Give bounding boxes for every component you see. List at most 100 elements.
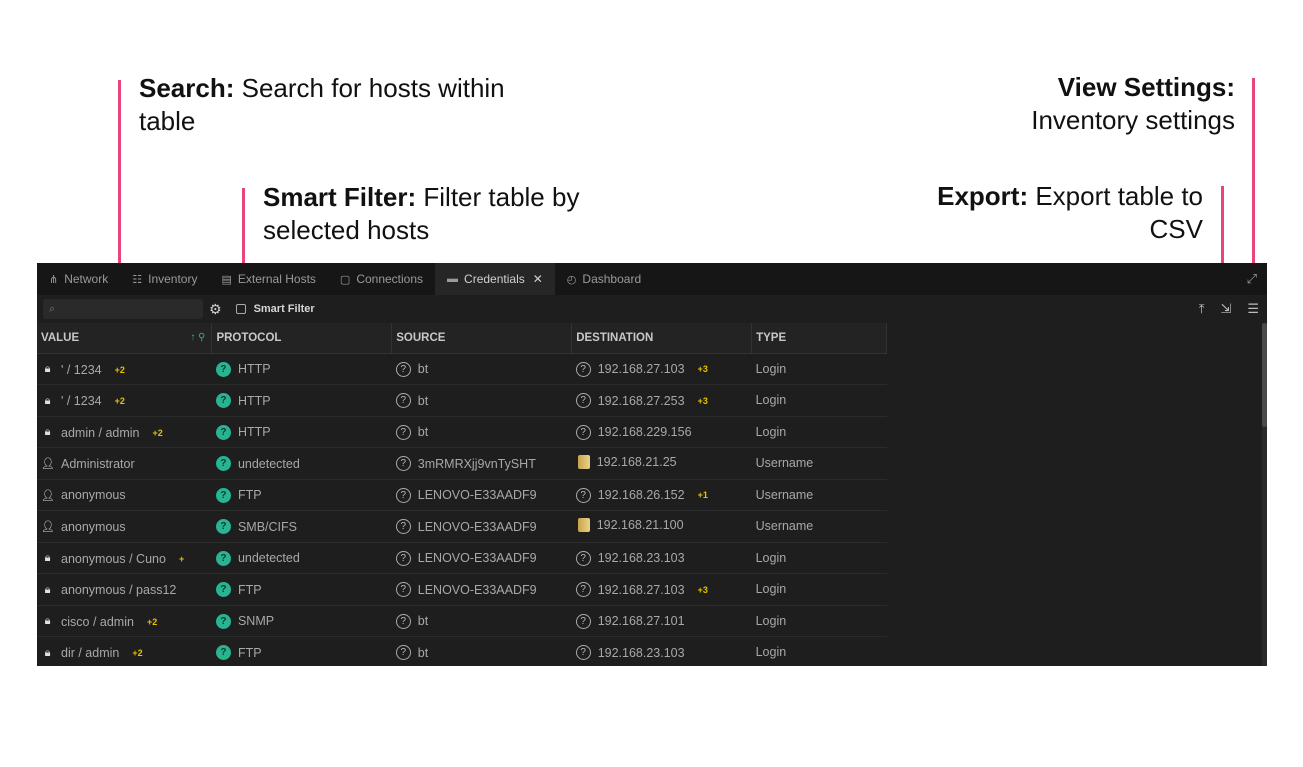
scrollbar-thumb[interactable]: [1262, 323, 1267, 427]
protocol-question-icon: ?: [215, 550, 231, 566]
column-header-protocol[interactable]: PROTOCOL: [211, 323, 393, 354]
app-window: ⋔ Network ☷ Inventory ▤ External Hosts ▢…: [37, 263, 1267, 666]
table-row[interactable]: 👤︎ anonymous? SMB/CIFS? LENOVO-E33AADF9 192.…: [37, 510, 887, 543]
protocol-question-icon: ?: [215, 519, 231, 535]
inventory-icon: ☷: [132, 273, 143, 286]
tab-connections[interactable]: ▢ Connections: [328, 263, 435, 295]
type-text: Login: [755, 645, 787, 660]
cell-type: Login: [751, 353, 887, 385]
protocol-question-icon: ?: [215, 424, 231, 440]
tab-network[interactable]: ⋔ Network: [37, 263, 120, 295]
smart-filter-toggle[interactable]: Smart Filter: [235, 303, 315, 315]
cell-type: Username: [751, 510, 887, 543]
scroll-top-icon[interactable]: ⤒: [1199, 301, 1205, 317]
cell-protocol: ? FTP: [211, 636, 392, 666]
search-annotation: Search: Search for hosts within table: [139, 72, 519, 138]
destination-text: 192.168.229.156: [597, 425, 692, 440]
cell-protocol: ? FTP: [211, 479, 392, 511]
sort-asc-icon[interactable]: ↑ ⚲: [190, 332, 205, 343]
column-header-type[interactable]: TYPE: [751, 323, 887, 354]
connections-icon: ▢: [339, 273, 351, 286]
cell-source: ? bt: [391, 416, 572, 448]
count-badge: +2: [114, 396, 125, 406]
protocol-text: SNMP: [237, 614, 275, 629]
table-row[interactable]: 👤︎ Administrator? undetected? 3mRMRXjj9vnTy…: [37, 447, 887, 480]
source-text: bt: [417, 393, 429, 408]
table-header: VALUE ↑ ⚲ PROTOCOL SOURCE DESTINATION TY…: [37, 323, 887, 354]
credentials-table: VALUE ↑ ⚲ PROTOCOL SOURCE DESTINATION TY…: [37, 323, 887, 666]
value-text: ' / 1234: [61, 362, 102, 377]
tab-dashboard[interactable]: ◴ Dashboard: [555, 263, 653, 295]
count-badge: +2: [146, 616, 158, 627]
lock-icon: 🔒︎: [44, 426, 51, 438]
view-settings-annotation: View Settings: Inventory settings: [875, 71, 1235, 137]
export-annotation-title: Export:: [937, 181, 1029, 211]
gear-icon[interactable]: ⚙: [209, 301, 222, 318]
protocol-text: HTTP: [237, 362, 271, 377]
tab-label: Dashboard: [582, 272, 642, 286]
cell-value: 🔒︎ anonymous / pass12: [37, 573, 212, 606]
external-hosts-icon: ▤: [221, 273, 232, 286]
table-row[interactable]: 🔒︎ dir / admin +2? FTP? bt? 192.168.23.103 Log…: [37, 636, 887, 666]
table-row[interactable]: 🔒︎ anonymous / pass12? FTP? LENOVO-E33AADF9…: [37, 573, 887, 606]
cell-value: 🔒︎ dir / admin +2: [37, 636, 212, 666]
table-row[interactable]: 🔒︎ anonymous / Cuno +? undetected? LENOVO-E3…: [37, 542, 887, 574]
close-icon[interactable]: ✕: [533, 272, 543, 286]
protocol-text: FTP: [237, 582, 262, 597]
table-row[interactable]: 🔒︎ ' / 1234 +2? HTTP? bt? 192.168.27.103 +3 Log…: [37, 353, 887, 385]
search-box: ⌕: [43, 299, 203, 319]
smart-filter-checkbox[interactable]: [235, 304, 246, 314]
column-label: VALUE: [41, 331, 80, 344]
source-text: LENOVO-E33AADF9: [417, 488, 537, 503]
lock-icon: 🔒︎: [44, 583, 51, 596]
source-text: LENOVO-E33AADF9: [417, 519, 537, 534]
credentials-icon: ▬: [447, 273, 459, 285]
cell-destination: ? 192.168.27.103 +3: [571, 573, 752, 606]
column-header-destination[interactable]: DESTINATION: [571, 323, 753, 354]
question-icon: ?: [395, 393, 411, 409]
device-icon: [577, 454, 590, 469]
cell-type: Username: [751, 479, 887, 511]
value-text: admin / admin: [61, 425, 140, 440]
search-input[interactable]: [59, 303, 190, 315]
tab-external-hosts[interactable]: ▤ External Hosts: [209, 263, 327, 295]
export-icon[interactable]: ⇲: [1220, 301, 1231, 317]
column-header-source[interactable]: SOURCE: [391, 323, 573, 354]
question-icon: ?: [575, 424, 591, 440]
destination-text: 192.168.27.101: [597, 614, 685, 629]
protocol-question-icon: ?: [215, 361, 231, 377]
cell-type: Login: [751, 384, 887, 417]
tab-credentials[interactable]: ▬ Credentials ✕: [435, 263, 555, 295]
lock-icon: 🔒︎: [44, 363, 51, 375]
protocol-question-icon: ?: [215, 645, 231, 661]
type-text: Login: [755, 393, 787, 408]
annotated-screenshot: Search: Search for hosts within table Sm…: [0, 0, 1303, 767]
smart-filter-label: Smart Filter: [253, 303, 315, 315]
source-text: bt: [417, 614, 429, 629]
question-icon: ?: [395, 582, 411, 598]
type-text: Username: [755, 487, 814, 502]
source-text: bt: [417, 425, 429, 440]
column-header-value[interactable]: VALUE ↑ ⚲: [37, 323, 213, 354]
tab-label: Inventory: [148, 272, 198, 286]
network-icon: ⋔: [49, 273, 59, 286]
tab-inventory[interactable]: ☷ Inventory: [120, 263, 209, 295]
cell-value: 🔒︎ ' / 1234 +2: [37, 384, 212, 417]
toolbar-actions: ⤒ ⇲ ☰: [1199, 301, 1259, 317]
table-row[interactable]: 🔒︎ admin / admin +2? HTTP? bt? 192.168.229.15…: [37, 416, 887, 448]
expand-icon[interactable]: ⤢: [1247, 271, 1257, 287]
protocol-text: FTP: [237, 488, 262, 503]
table-row[interactable]: 🔒︎ ' / 1234 +2? HTTP? bt? 192.168.27.253 +3 Log…: [37, 384, 887, 417]
cell-type: Login: [751, 542, 887, 574]
table-row[interactable]: 👤︎ anonymous? FTP? LENOVO-E33AADF9? 192.168.…: [37, 479, 887, 511]
cell-type: Login: [751, 573, 887, 606]
destination-text: 192.168.27.253: [597, 393, 685, 408]
table-row[interactable]: 🔒︎ cisco / admin +2? SNMP? bt? 192.168.27.101…: [37, 605, 887, 637]
destination-text: 192.168.26.152: [597, 488, 685, 503]
cell-destination: ? 192.168.27.103 +3: [571, 353, 752, 385]
protocol-question-icon: ?: [215, 582, 231, 598]
destination-text: 192.168.21.100: [596, 517, 684, 532]
question-icon: ?: [575, 361, 591, 377]
view-settings-icon[interactable]: ☰: [1247, 301, 1259, 317]
value-text: ' / 1234: [61, 394, 102, 408]
